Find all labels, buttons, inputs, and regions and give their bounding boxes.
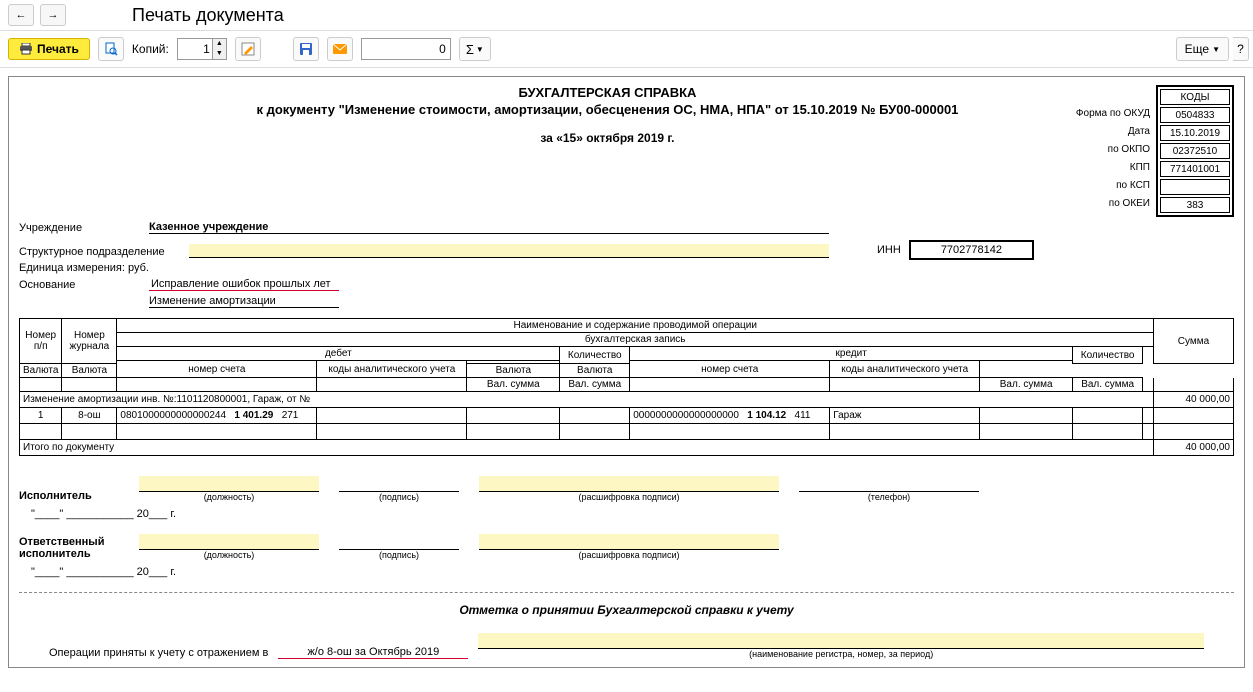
sum-input[interactable] — [361, 38, 451, 60]
main-table: Номер п/п Номер журнала Наименование и с… — [19, 318, 1234, 456]
page-title: Печать документа — [132, 5, 284, 26]
printer-icon — [19, 43, 33, 55]
total-label: Итого по документу — [20, 440, 1154, 456]
codes-table: КОДЫ 0504833 15.10.2019 02372510 7714010… — [1156, 85, 1234, 217]
total-sum: 40 000,00 — [1154, 440, 1234, 456]
exec-label: Исполнитель — [19, 490, 119, 502]
row-num: 1 — [20, 408, 62, 424]
copies-label: Копий: — [132, 42, 169, 56]
okpo-value: 02372510 — [1160, 143, 1230, 159]
okud-value: 0504833 — [1160, 107, 1230, 123]
date-value: 15.10.2019 — [1160, 125, 1230, 141]
copies-up[interactable]: ▲ — [212, 39, 226, 49]
resp-date: "____" ___________ 20___ г. — [31, 566, 1234, 578]
institution-value: Казенное учреждение — [149, 221, 829, 234]
back-button[interactable]: ← — [8, 4, 34, 26]
institution-label: Учреждение — [19, 222, 149, 234]
accept-text: Операции приняты к учету с отражением в — [49, 647, 268, 659]
resp-label: Ответственный исполнитель — [19, 536, 119, 560]
document-frame: БУХГАЛТЕРСКАЯ СПРАВКА к документу "Измен… — [8, 76, 1245, 668]
inn-label: ИНН — [877, 244, 901, 256]
unit-label: Единица измерения: руб. — [19, 262, 149, 274]
group-row: Изменение амортизации инв. №:11011208000… — [20, 392, 1154, 408]
save-button[interactable] — [293, 37, 319, 61]
reason-label: Основание — [19, 279, 149, 291]
print-label: Печать — [37, 42, 79, 56]
ksp-value — [1160, 179, 1230, 195]
exec-date: "____" ___________ 20___ г. — [31, 508, 1234, 520]
row-credit-acc: 0000000000000000000 1 104.12 411 — [630, 408, 830, 424]
doc-subtitle: к документу "Изменение стоимости, аморти… — [139, 102, 1076, 117]
reason1-value: Исправление ошибок прошлых лет — [149, 278, 339, 291]
copies-spinner[interactable]: ▲▼ — [177, 38, 227, 60]
kpp-value: 771401001 — [1160, 161, 1230, 177]
accept-title: Отметка о принятии Бухгалтерской справки… — [19, 603, 1234, 617]
copies-down[interactable]: ▼ — [212, 49, 226, 59]
row-credit-anal: Гараж — [830, 408, 980, 424]
okei-value: 383 — [1160, 197, 1230, 213]
group-sum: 40 000,00 — [1154, 392, 1234, 408]
struct-value — [189, 244, 829, 258]
forward-button[interactable]: → — [40, 4, 66, 26]
copies-input[interactable] — [178, 39, 212, 59]
ksp-label: по КСП — [1076, 177, 1150, 195]
kpp-label: КПП — [1076, 159, 1150, 177]
accept-cap: (наименование регистра, номер, за период… — [478, 649, 1204, 659]
help-button[interactable]: ? — [1233, 37, 1249, 61]
inn-value: 7702778142 — [909, 240, 1034, 260]
reason2-value: Изменение амортизации — [149, 295, 339, 308]
okei-label: по ОКЕИ — [1076, 195, 1150, 213]
doc-title: БУХГАЛТЕРСКАЯ СПРАВКА — [139, 85, 1076, 100]
okpo-label: по ОКПО — [1076, 141, 1150, 159]
sigma-button[interactable]: Σ ▼ — [459, 37, 491, 61]
chevron-down-icon: ▼ — [476, 45, 484, 54]
edit-template-button[interactable] — [235, 37, 261, 61]
more-button[interactable]: Еще▼ — [1176, 37, 1229, 61]
row-journal: 8-ош — [62, 408, 117, 424]
struct-label: Структурное подразделение — [19, 246, 189, 258]
print-button[interactable]: Печать — [8, 38, 90, 60]
doc-date: за «15» октября 2019 г. — [139, 131, 1076, 145]
email-button[interactable] — [327, 37, 353, 61]
preview-button[interactable] — [98, 37, 124, 61]
accept-journal: ж/о 8-ош за Октябрь 2019 — [278, 646, 468, 659]
date-label: Дата — [1076, 123, 1150, 141]
row-debit-acc: 0801000000000000244 1 401.29 271 — [117, 408, 317, 424]
okud-label: Форма по ОКУД — [1076, 105, 1150, 123]
sigma-icon: Σ — [466, 42, 474, 57]
